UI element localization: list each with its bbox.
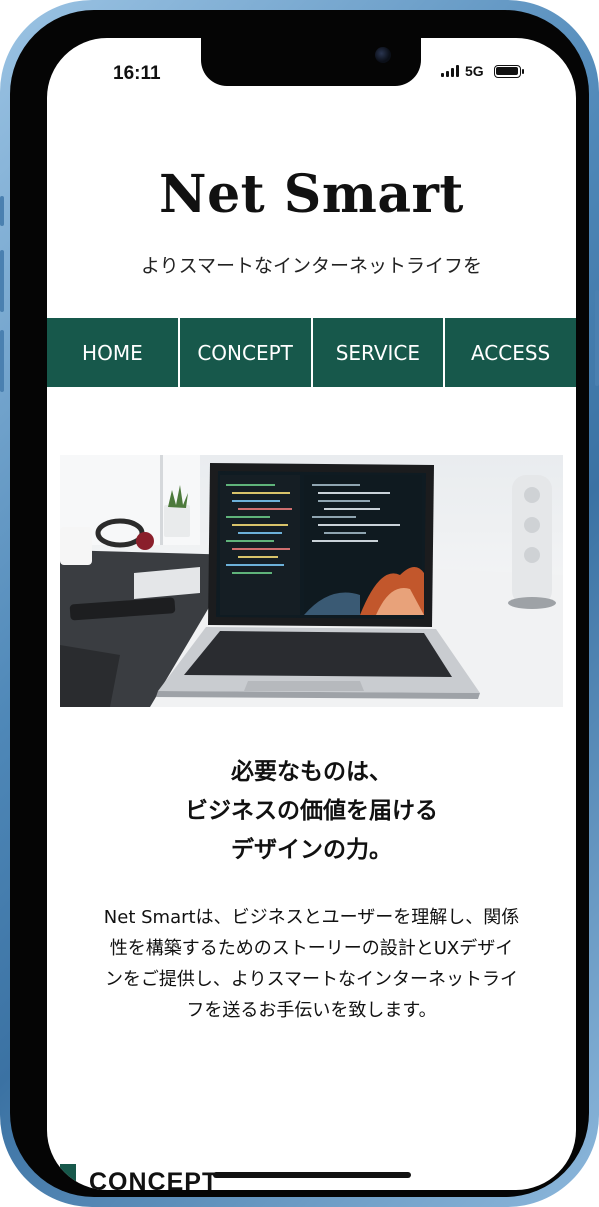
nav-home[interactable]: HOME (47, 318, 180, 387)
intro-line: フを送るお手伝いを致します。 (186, 1000, 437, 1021)
signal-icon (441, 65, 459, 77)
intro-line: ンをご提供し、よりスマートなインターネットライ (104, 969, 519, 990)
headline-line: デザインの力。 (231, 837, 392, 863)
battery-icon (493, 64, 524, 78)
volume-up-button (0, 250, 4, 312)
network-type: 5G (465, 63, 484, 79)
status-indicators: 5G (441, 63, 524, 79)
nav-service[interactable]: SERVICE (312, 318, 446, 387)
battery-level (496, 67, 519, 75)
home-indicator[interactable] (213, 1172, 411, 1178)
intro-text: Net Smartは、ビジネスとユーザーを理解し、関係 性を構築するためのストー… (61, 902, 562, 1026)
hero-image (60, 455, 563, 707)
intro-line: 性を構築するためのストーリーの設計とUXデザイ (109, 938, 514, 959)
section-title-concept: CONCEPT (89, 1168, 219, 1190)
nav-access[interactable]: ACCESS (445, 318, 576, 387)
phone-bezel: 16:11 5G Net Smart よりスマートなインターネットライフを HO… (10, 10, 589, 1197)
front-camera-icon (375, 47, 391, 63)
volume-down-button (0, 330, 4, 392)
headline-line: 必要なものは、 (231, 759, 392, 785)
notch (201, 38, 421, 86)
site-tagline: よりスマートなインターネットライフを (140, 255, 483, 277)
global-nav: HOME CONCEPT SERVICE ACCESS (47, 318, 576, 387)
status-time: 16:11 (113, 63, 161, 84)
action-button (0, 196, 4, 226)
screen: 16:11 5G Net Smart よりスマートなインターネットライフを HO… (47, 38, 576, 1190)
section-accent-bar (60, 1164, 76, 1190)
power-button (595, 290, 599, 386)
hero-headline: 必要なものは、 ビジネスの価値を届ける デザインの力。 (47, 753, 576, 870)
laptop-photo (60, 455, 563, 707)
site-title[interactable]: Net Smart (47, 164, 576, 225)
code-editor-screen (220, 475, 424, 615)
nav-concept[interactable]: CONCEPT (179, 318, 313, 387)
intro-line: Net Smartは、ビジネスとユーザーを理解し、関係 (103, 907, 520, 928)
phone-frame: 16:11 5G Net Smart よりスマートなインターネットライフを HO… (0, 0, 599, 1207)
headline-line: ビジネスの価値を届ける (185, 798, 438, 824)
